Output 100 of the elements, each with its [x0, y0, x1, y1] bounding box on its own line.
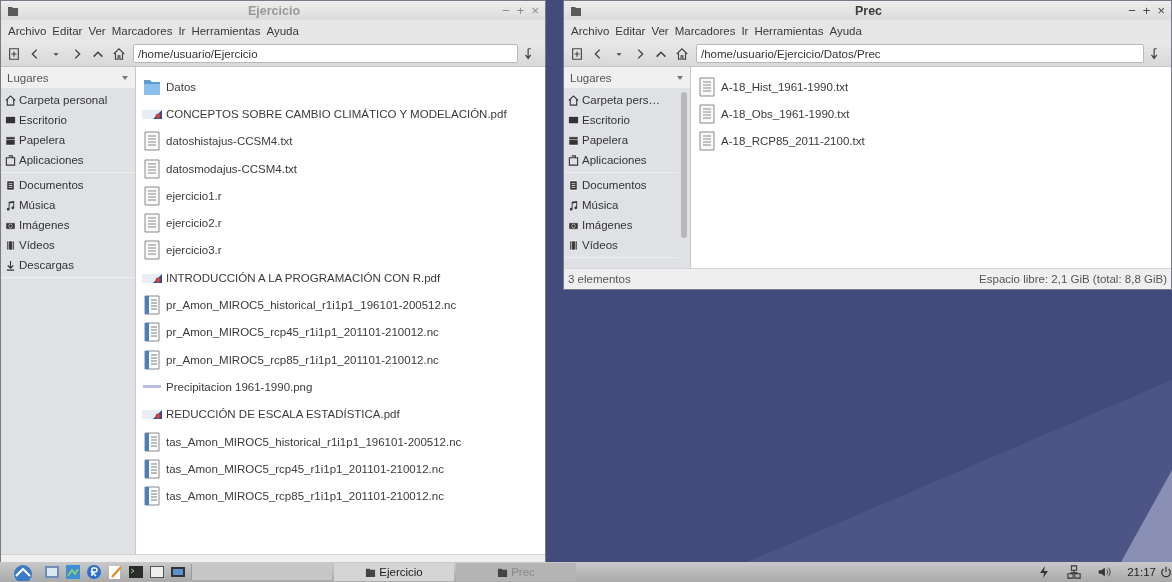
data-file-icon — [142, 322, 162, 343]
data-file-icon — [142, 431, 162, 452]
sidebar-item[interactable]: Música — [1, 195, 135, 215]
sidebar-item[interactable]: Música — [564, 195, 678, 215]
menu-item[interactable]: Archivo — [568, 24, 613, 37]
sidebar-item[interactable]: Escritorio — [1, 110, 135, 130]
data-file-icon — [142, 349, 162, 370]
file-item[interactable]: Datos — [140, 73, 541, 101]
monitor-icon — [5, 114, 16, 126]
file-item[interactable]: A-18_Hist_1961-1990.txt — [695, 73, 1167, 101]
file-item[interactable]: pr_Amon_MIROC5_rcp45_r1i1p1_201101-210012.nc — [140, 318, 541, 346]
menu-item[interactable]: Editar — [612, 24, 649, 37]
network-icon[interactable] — [1067, 565, 1082, 579]
window-icon[interactable] — [149, 564, 165, 580]
sidebar-item[interactable]: Carpeta pers… — [564, 90, 678, 110]
scrollbar[interactable] — [681, 92, 687, 238]
caret-icon[interactable] — [121, 74, 129, 82]
window-control[interactable]: + — [1140, 3, 1153, 18]
sidebar-item[interactable]: Papelera — [1, 130, 135, 150]
folder-icon — [7, 4, 19, 17]
file-item[interactable]: ejercicio3.r — [140, 236, 541, 265]
power-icon[interactable] — [1160, 566, 1172, 578]
document-icon — [5, 179, 16, 191]
data-file-icon — [142, 295, 162, 315]
path-field[interactable]: /home/usuario/Ejercicio/Datos/Prec — [696, 44, 1144, 63]
sidebar-item[interactable]: Vídeos — [564, 235, 678, 255]
menu-item[interactable]: Editar — [49, 24, 86, 37]
pencil-icon[interactable] — [107, 564, 123, 580]
text-file-icon — [697, 131, 717, 152]
sidebar-item[interactable]: Imágenes — [564, 215, 678, 235]
file-item[interactable]: tas_Amon_MIROC5_historical_r1i1p1_196101-200512.nc — [140, 427, 541, 456]
file-item[interactable]: ejercicio2.r — [140, 209, 541, 237]
file-item[interactable]: Precipitacion 1961-1990.png — [140, 373, 541, 401]
file-item[interactable]: tas_Amon_MIROC5_rcp85_r1i1p1_201101-210012.nc — [140, 482, 541, 510]
camera-icon — [568, 219, 579, 231]
file-item[interactable]: REDUCCIÓN DE ESCALA ESTADÍSTICA.pdf — [140, 400, 541, 428]
film-icon — [568, 239, 579, 251]
caret-icon[interactable] — [676, 74, 684, 82]
sidebar-item[interactable]: Papelera — [564, 130, 678, 150]
house-icon — [5, 94, 16, 106]
sidebar-item[interactable]: Documentos — [564, 175, 678, 195]
menu-item[interactable]: Ir — [175, 24, 189, 37]
menu-item[interactable]: Marcadores — [108, 24, 176, 37]
clock[interactable]: 21:17 — [1127, 566, 1156, 578]
new-tab-icon[interactable] — [570, 46, 584, 61]
menu-item[interactable]: Ver — [85, 24, 109, 37]
menu-item[interactable]: Ayuda — [263, 24, 302, 37]
menu-item[interactable]: Herramientas — [188, 24, 264, 37]
taskbar-window-button[interactable]: Ejercicio — [334, 563, 454, 581]
new-tab-icon[interactable] — [7, 46, 21, 61]
file-item[interactable]: A-18_RCP85_2011-2100.txt — [695, 127, 1167, 155]
home-icon[interactable] — [112, 46, 126, 61]
free-space: Espacio libre: 2,1 GiB (total: 8,8 GiB) — [979, 273, 1167, 285]
menu-item[interactable]: Herramientas — [751, 24, 827, 37]
file-item[interactable]: A-18_Obs_1961-1990.txt — [695, 100, 1167, 128]
image-file-icon — [143, 385, 161, 389]
terminal-icon[interactable] — [128, 564, 144, 580]
file-item[interactable]: CONCEPTOS SOBRE CAMBIO CLIMÁTICO Y MODELACIÓN.pdf — [140, 100, 541, 128]
menu-item[interactable]: Marcadores — [671, 24, 739, 37]
window-control[interactable]: − — [1126, 3, 1138, 18]
file-item[interactable]: INTRODUCCIÓN A LA PROGRAMACIÓN CON R.pdf — [140, 264, 541, 292]
folder-icon — [365, 566, 377, 578]
volume-icon[interactable] — [1097, 565, 1112, 579]
sidebar-header[interactable]: Lugares — [570, 72, 612, 84]
home-icon[interactable] — [675, 46, 689, 61]
menu-item[interactable]: Archivo — [5, 24, 50, 37]
data-file-icon — [142, 458, 162, 479]
music-note-icon — [568, 199, 579, 211]
sidebar-item[interactable]: Escritorio — [564, 110, 678, 130]
files-icon[interactable] — [44, 564, 60, 580]
text-file-icon — [142, 213, 162, 234]
folder-icon — [497, 566, 509, 578]
sidebar-item[interactable]: Vídeos — [1, 235, 135, 255]
house-icon — [568, 94, 579, 106]
sidebar-item[interactable]: Imágenes — [1, 215, 135, 235]
sidebar-item[interactable]: Descargas — [1, 255, 135, 275]
file-item[interactable]: pr_Amon_MIROC5_rcp85_r1i1p1_201101-210012.nc — [140, 345, 541, 374]
r-logo-icon[interactable] — [86, 564, 102, 580]
apps-icon — [5, 154, 16, 166]
sidebar-item[interactable]: Documentos — [1, 175, 135, 195]
sidebar-item[interactable]: Aplicaciones — [564, 150, 678, 170]
menu-item[interactable]: Ayuda — [826, 24, 865, 37]
camera-icon — [5, 219, 16, 231]
file-item[interactable]: datoshistajus-CCSM4.txt — [140, 127, 541, 155]
window-control[interactable]: × — [1155, 3, 1167, 18]
film-icon — [5, 239, 16, 251]
menu-item[interactable]: Ver — [648, 24, 672, 37]
file-item[interactable]: datosmodajus-CCSM4.txt — [140, 154, 541, 183]
file-item[interactable]: tas_Amon_MIROC5_rcp45_r1i1p1_201101-210012.nc — [140, 455, 541, 483]
file-item[interactable]: ejercicio1.r — [140, 182, 541, 210]
menu-item[interactable]: Ir — [738, 24, 752, 37]
sidebar-item[interactable]: Carpeta personal — [1, 90, 135, 110]
text-file-icon — [697, 103, 717, 124]
monitor-icon[interactable] — [170, 564, 186, 580]
bin-icon — [568, 134, 579, 146]
sidebar-item[interactable]: Aplicaciones — [1, 150, 135, 170]
file-item[interactable]: pr_Amon_MIROC5_historical_r1i1p1_196101-200512.nc — [140, 291, 541, 319]
sidebar-header[interactable]: Lugares — [7, 72, 49, 84]
path-field[interactable]: /home/usuario/Ejercicio — [133, 44, 518, 63]
item-count: 3 elementos — [568, 273, 631, 285]
